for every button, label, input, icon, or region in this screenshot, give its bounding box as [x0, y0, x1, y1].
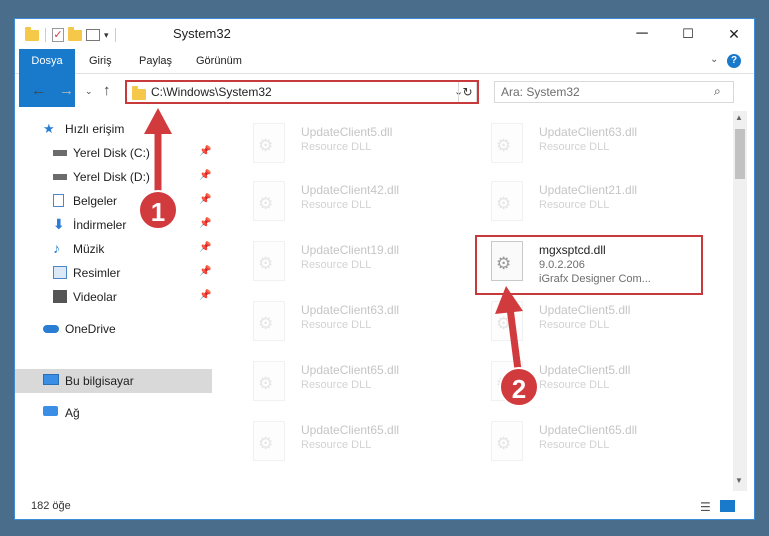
arrow-1	[144, 108, 172, 195]
arrow-2	[495, 286, 523, 371]
step-badge-1: 1	[138, 190, 178, 230]
annotation-arrows	[144, 108, 523, 371]
step-badge-2: 2	[499, 367, 539, 407]
